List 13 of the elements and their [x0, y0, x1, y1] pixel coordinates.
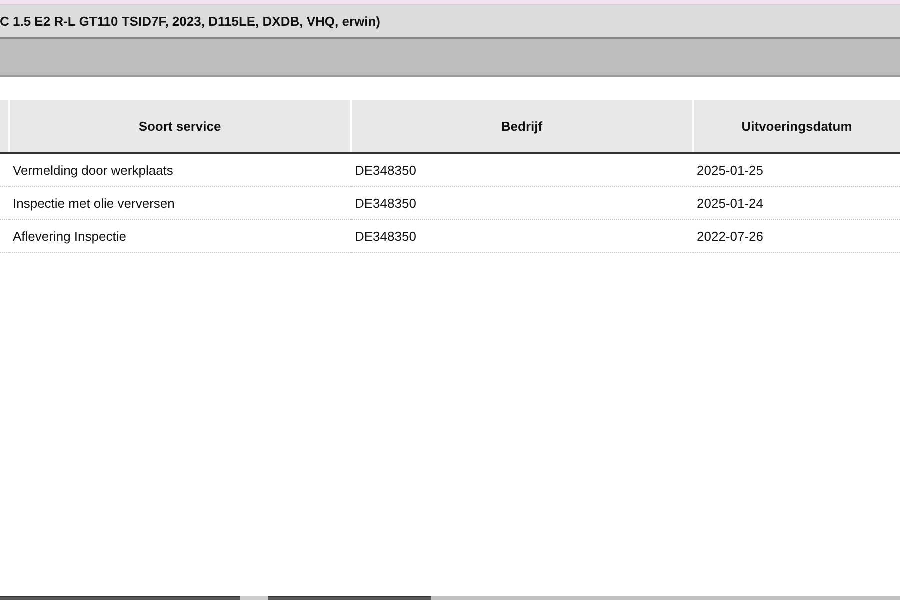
window-title: C 1.5 E2 R-L GT110 TSID7F, 2023, D115LE, DXDB, VHQ, erwin) — [0, 14, 381, 28]
column-header[interactable]: Bedrijf — [351, 100, 693, 153]
table-cell: DE348350 — [351, 186, 693, 220]
table-cell: 2022-07-26 — [693, 220, 900, 252]
table-cell: DE348350 — [351, 220, 693, 252]
table-cell: 2025-01-25 — [693, 153, 900, 186]
table-cell: Vermelding door werkplaats — [9, 153, 351, 186]
column-header[interactable]: Uitvoeringsdatum — [693, 100, 900, 153]
table-cell: 2025-01-24 — [693, 186, 900, 220]
column-header[interactable]: Soort service — [9, 100, 351, 153]
table-cell: DE348350 — [351, 153, 693, 186]
table-cell: Aflevering Inspectie — [9, 220, 351, 252]
table-cell: Inspectie met olie verversen — [9, 186, 351, 220]
